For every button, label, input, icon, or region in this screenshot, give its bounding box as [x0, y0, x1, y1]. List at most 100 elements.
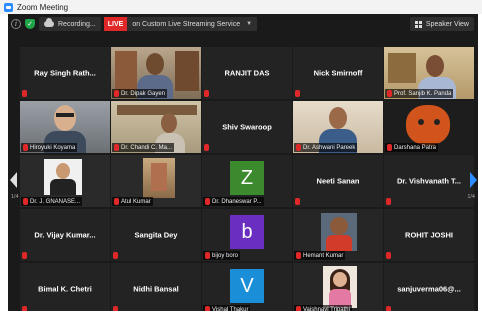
mic-muted-icon [114, 90, 119, 97]
participant-tile[interactable]: V Vishal Thakur [202, 263, 292, 311]
participant-tile[interactable]: b bijoy boro [202, 209, 292, 261]
avatar: V [230, 269, 264, 303]
mic-muted-icon [295, 90, 300, 97]
mic-muted-icon [386, 198, 391, 205]
mic-muted-icon [22, 90, 27, 97]
window-title: Zoom Meeting [17, 2, 69, 12]
chevron-left-icon [9, 172, 17, 188]
mic-muted-icon [386, 306, 391, 311]
speaker-view-label: Speaker View [425, 20, 469, 28]
participant-name: Sangita Dey [134, 230, 178, 240]
participant-name: Shiv Swaroop [222, 122, 272, 132]
mic-muted-icon [113, 252, 118, 259]
participant-name: RANJIT DAS [224, 68, 270, 78]
participant-caption: Dr. Dipak Gayen [112, 89, 168, 98]
participant-caption: Prof. Sanjib K. Panda [385, 89, 454, 98]
participant-name: Dr. Vishvanath T... [396, 176, 462, 186]
chevron-right-icon [469, 172, 477, 188]
speaker-view-button[interactable]: Speaker View [409, 17, 474, 31]
participant-tile[interactable]: Darshana Patra [384, 101, 474, 153]
mic-muted-icon [205, 252, 210, 259]
participant-caption: Hiroyuki Koyama [21, 143, 78, 152]
participant-tile[interactable]: Nick Smirnoff [293, 47, 383, 99]
participant-name: Dr. J. GNANASE... [30, 198, 81, 205]
avatar: b [230, 215, 264, 249]
participant-tile[interactable]: Sangita Dey [111, 209, 201, 261]
security-shield-icon[interactable]: ✓ [25, 19, 35, 29]
page-indicator-right: 1/4 [467, 194, 475, 200]
participant-tile[interactable]: Dr. Ashwani Pareek [293, 101, 383, 153]
mic-muted-icon [114, 198, 119, 205]
participant-name: Prof. Sanjib K. Panda [394, 90, 452, 97]
mic-muted-icon [23, 198, 28, 205]
participant-tile[interactable]: Hiroyuki Koyama [20, 101, 110, 153]
mic-muted-icon [296, 144, 301, 151]
participant-caption: Darshana Patra [385, 143, 439, 152]
page-indicator-left: 1/4 [11, 194, 19, 200]
participant-name: Nick Smirnoff [313, 68, 363, 78]
participant-name: bijoy boro [212, 252, 239, 259]
participant-tile[interactable]: ROHIT JOSHI [384, 209, 474, 261]
recording-indicator[interactable]: Recording... [39, 17, 101, 31]
participant-tile[interactable]: Dr. J. GNANASE... [20, 155, 110, 207]
mic-muted-icon [296, 252, 301, 259]
participant-tile[interactable]: Dr. Dipak Gayen [111, 47, 201, 99]
participant-tile[interactable]: Nidhi Bansal [111, 263, 201, 311]
participant-caption: bijoy boro [203, 251, 241, 260]
meeting-topbar: i ✓ Recording... LIVE on Custom Live Str… [8, 14, 478, 34]
participant-tile[interactable]: Atul Kumar [111, 155, 201, 207]
participant-tile[interactable]: Dr. Chandi C. Ma... [111, 101, 201, 153]
participant-caption: Dr. Ashwani Pareek [294, 143, 358, 152]
prev-page-button[interactable] [8, 169, 18, 191]
participant-name: Hemant Kumar [303, 252, 344, 259]
mic-muted-icon [113, 306, 118, 311]
participant-tile[interactable]: sanjuverma06@... [384, 263, 474, 311]
participant-name: Dr. Ashwani Pareek [303, 144, 356, 151]
mic-muted-icon [387, 90, 392, 97]
mic-muted-icon [22, 252, 27, 259]
mic-muted-icon [205, 198, 210, 205]
participant-name: Neeti Sanan [316, 176, 360, 186]
participant-caption: Atul Kumar [112, 197, 153, 206]
participant-name: Hiroyuki Koyama [30, 144, 76, 151]
live-service-dropdown[interactable]: on Custom Live Streaming Service ▼ [127, 17, 258, 31]
participant-tile[interactable]: Shiv Swaroop [202, 101, 292, 153]
participant-tile[interactable]: Neeti Sanan [293, 155, 383, 207]
participant-tile[interactable]: Z Dr. Dhaneswar P... [202, 155, 292, 207]
mic-muted-icon [296, 306, 301, 311]
participant-tile[interactable]: RANJIT DAS [202, 47, 292, 99]
participant-caption: Vaishnavi Tripathi [294, 305, 352, 311]
avatar: Z [230, 161, 264, 195]
window-titlebar: Zoom Meeting [0, 0, 482, 14]
live-service-label: on Custom Live Streaming Service [132, 20, 241, 28]
participant-name: Atul Kumar [121, 198, 151, 205]
mic-muted-icon [204, 90, 209, 97]
mic-muted-icon [295, 198, 300, 205]
participant-tile[interactable]: Ray Singh Rath... [20, 47, 110, 99]
participant-tile[interactable]: Dr. Vishvanath T... [384, 155, 474, 207]
participant-tile[interactable]: Bimal K. Chetri [20, 263, 110, 311]
participant-tile[interactable]: Prof. Sanjib K. Panda [384, 47, 474, 99]
mic-muted-icon [387, 144, 392, 151]
participant-tile[interactable]: Hemant Kumar [293, 209, 383, 261]
zoom-logo-icon [4, 2, 13, 12]
participant-name: Dr. Dipak Gayen [121, 90, 166, 97]
participant-name: Vishal Thakur [212, 306, 249, 312]
participant-tile[interactable]: Dr. Vijay Kumar... [20, 209, 110, 261]
participant-tile[interactable]: Vaishnavi Tripathi [293, 263, 383, 311]
mic-muted-icon [386, 252, 391, 259]
cloud-icon [44, 18, 54, 27]
participant-name: Bimal K. Chetri [38, 284, 92, 294]
participant-name: Dr. Chandi C. Ma... [121, 144, 173, 151]
info-icon[interactable]: i [11, 19, 21, 29]
mic-muted-icon [114, 144, 119, 151]
participant-caption: Dr. Dhaneswar P... [203, 197, 264, 206]
live-badge: LIVE [103, 17, 128, 31]
mic-muted-icon [23, 144, 28, 151]
participant-name: Nidhi Bansal [133, 284, 179, 294]
participant-name: Darshana Patra [394, 144, 437, 151]
participant-caption: Dr. J. GNANASE... [21, 197, 83, 206]
next-page-button[interactable] [468, 169, 478, 191]
mic-muted-icon [205, 306, 210, 311]
participant-caption: Hemant Kumar [294, 251, 346, 260]
